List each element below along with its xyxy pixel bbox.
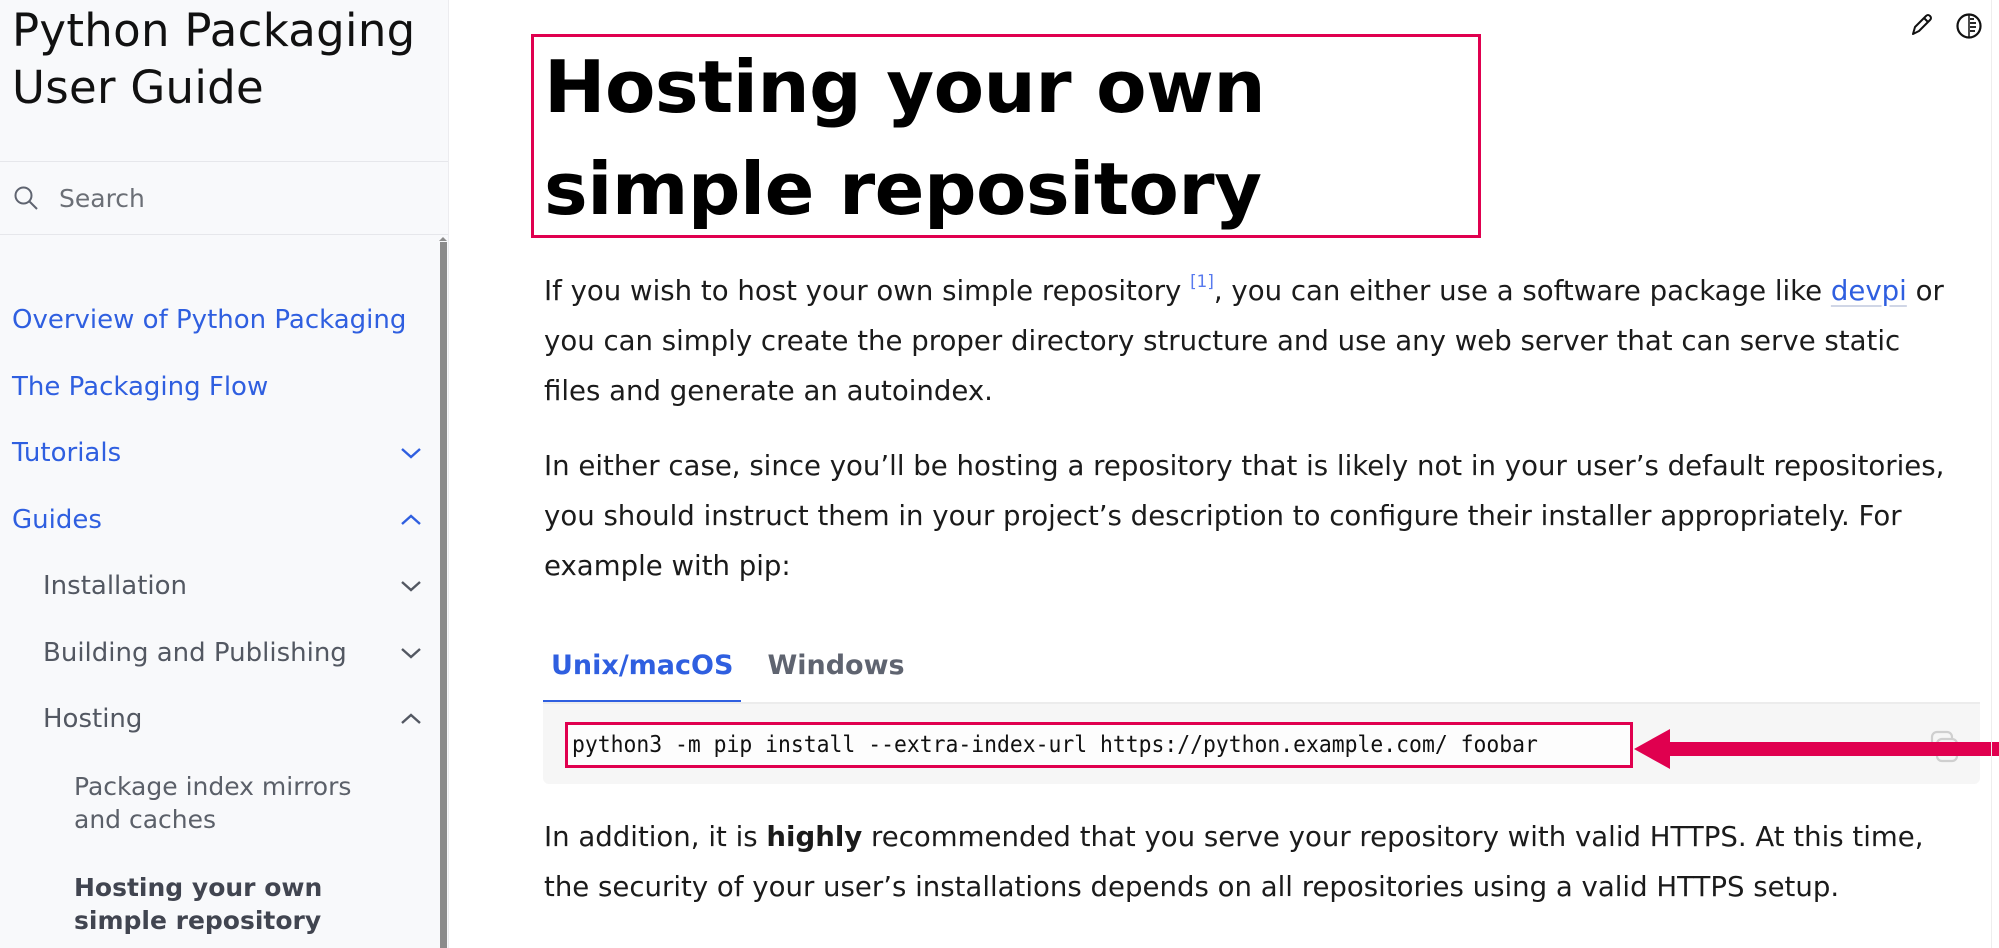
tab-unix-macos[interactable]: Unix/macOS <box>543 643 742 703</box>
text: , you can either use a software package … <box>1213 274 1831 307</box>
page-title: Hosting your own simple repository <box>544 45 1266 231</box>
sidebar-item-label: The Packaging Flow <box>12 372 269 402</box>
annotation-arrow <box>1634 729 1999 769</box>
search-bar[interactable] <box>0 161 448 235</box>
intro-paragraph: If you wish to host your own simple repo… <box>544 266 1962 416</box>
chevron-down-icon[interactable] <box>400 646 422 660</box>
scrollbar-up-arrow[interactable] <box>439 237 447 241</box>
page-scroll-edge <box>1991 0 1992 948</box>
sidebar-item-label: Hosting <box>43 704 143 734</box>
sidebar-item-guides[interactable]: Guides <box>12 503 422 537</box>
page-toolbar <box>1909 12 1983 40</box>
sidebar-scrollbar[interactable] <box>440 242 447 948</box>
chevron-up-icon[interactable] <box>400 513 422 527</box>
site-title[interactable]: Python Packaging User Guide <box>12 2 432 116</box>
footnote-ref[interactable]: [1] <box>1190 272 1214 292</box>
sidebar-item-overview[interactable]: Overview of Python Packaging <box>12 303 422 337</box>
chevron-up-icon[interactable] <box>400 712 422 726</box>
text: If you wish to host your own simple repo… <box>544 274 1191 307</box>
sidebar-item-label: Guides <box>12 505 102 535</box>
sidebar-item-current-page[interactable]: Hosting your own simple repository <box>74 871 404 937</box>
sidebar-item-installation[interactable]: Installation <box>43 569 422 603</box>
instruction-paragraph: In either case, since you’ll be hosting … <box>544 449 1945 582</box>
sidebar-item-label: Package index mirrors and caches <box>74 772 352 834</box>
sidebar-item-hosting[interactable]: Hosting <box>43 702 422 736</box>
os-tabs: Unix/macOS Windows <box>543 643 913 703</box>
devpi-link[interactable]: devpi <box>1831 274 1907 307</box>
chevron-down-icon[interactable] <box>400 579 422 593</box>
text: In addition, it is <box>544 820 767 853</box>
code-command[interactable]: python3 -m pip install --extra-index-url… <box>572 728 1538 762</box>
sidebar: Python Packaging User Guide Overview of … <box>0 0 449 948</box>
tab-windows[interactable]: Windows <box>759 643 912 700</box>
sidebar-item-label: Tutorials <box>12 438 122 468</box>
sidebar-item-label: Building and Publishing <box>43 638 347 668</box>
sidebar-item-packaging-flow[interactable]: The Packaging Flow <box>12 370 422 404</box>
sidebar-item-label: Overview of Python Packaging <box>12 305 407 335</box>
https-paragraph: In addition, it is highly recommended th… <box>544 812 1962 912</box>
contrast-icon[interactable] <box>1955 12 1983 40</box>
pencil-icon[interactable] <box>1909 12 1933 38</box>
sidebar-item-mirrors-caches[interactable]: Package index mirrors and caches <box>74 770 404 836</box>
sidebar-item-tutorials[interactable]: Tutorials <box>12 436 422 470</box>
sidebar-item-building-publishing[interactable]: Building and Publishing <box>43 636 422 670</box>
sidebar-item-label: Hosting your own simple repository <box>74 873 323 935</box>
sidebar-item-label: Installation <box>43 571 188 601</box>
search-icon <box>14 186 38 210</box>
chevron-down-icon[interactable] <box>400 446 422 460</box>
search-input[interactable] <box>57 182 401 214</box>
emphasis: highly <box>766 820 863 853</box>
